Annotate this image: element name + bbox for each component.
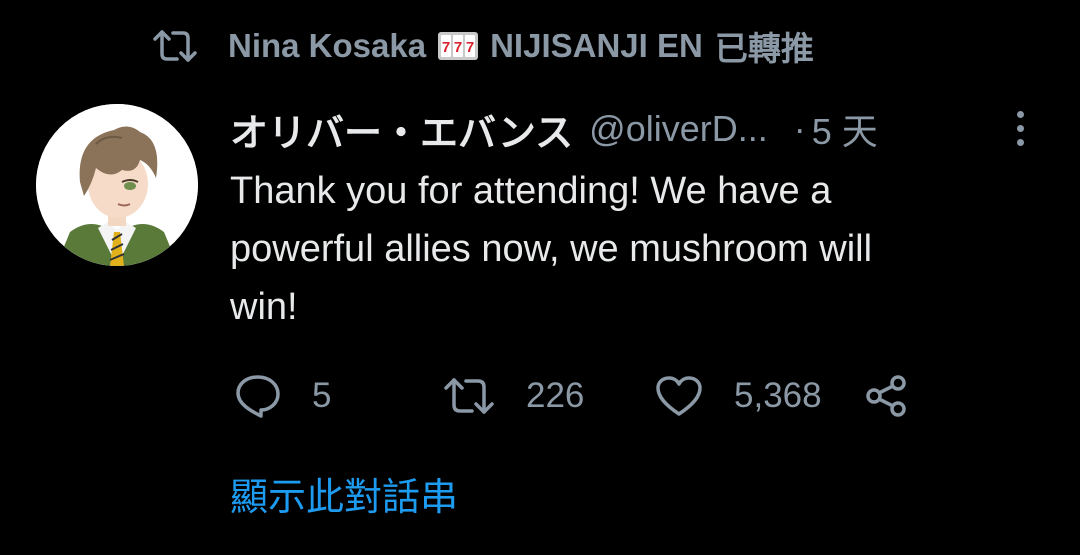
avatar[interactable]	[36, 104, 198, 266]
show-thread-link[interactable]: 顯示此對話串	[230, 466, 458, 521]
like-button[interactable]: 5,368	[654, 368, 822, 424]
tweet-text: Thank you for attending! We have a power…	[230, 162, 1030, 336]
svg-text:7: 7	[454, 39, 462, 56]
retweeter-name[interactable]: Nina Kosaka	[228, 27, 426, 65]
retweet-button[interactable]: 226	[442, 368, 584, 424]
tweet-text-line: Thank you for attending! We have a	[230, 170, 832, 212]
more-options-icon[interactable]	[1006, 106, 1034, 150]
retweet-icon	[150, 26, 200, 66]
like-count: 5,368	[734, 376, 822, 415]
retweeter-org[interactable]: NIJISANJI EN	[490, 27, 703, 65]
slot-machine-777-icon: 7 7 7	[436, 30, 480, 62]
retweet-count: 226	[526, 376, 585, 415]
tweet-actions: 5 226 5,368	[230, 368, 930, 424]
retweeted-label: 已轉推	[714, 30, 814, 67]
author-handle[interactable]: @oliverD...	[589, 108, 768, 150]
retweet-icon	[442, 376, 496, 416]
reply-count: 5	[312, 376, 332, 415]
tweet-timestamp[interactable]: 5 天	[812, 103, 878, 155]
tweet-text-line: powerful allies now, we mushroom will	[230, 228, 873, 270]
share-icon	[864, 373, 910, 419]
tweet-header: オリバー・エバンス @oliverD... · 5 天	[230, 102, 878, 157]
author-display-name[interactable]: オリバー・エバンス	[230, 102, 573, 157]
heart-icon	[654, 374, 704, 418]
tweet-text-line: win!	[230, 286, 298, 328]
share-button[interactable]	[864, 368, 910, 424]
reply-icon	[234, 373, 282, 419]
svg-text:7: 7	[442, 39, 450, 56]
separator-dot: ·	[793, 108, 806, 149]
svg-text:7: 7	[466, 39, 474, 56]
retweet-context[interactable]: Nina Kosaka 7 7 7 NIJISANJI EN 已轉推	[150, 24, 814, 68]
reply-button[interactable]: 5	[234, 368, 331, 424]
